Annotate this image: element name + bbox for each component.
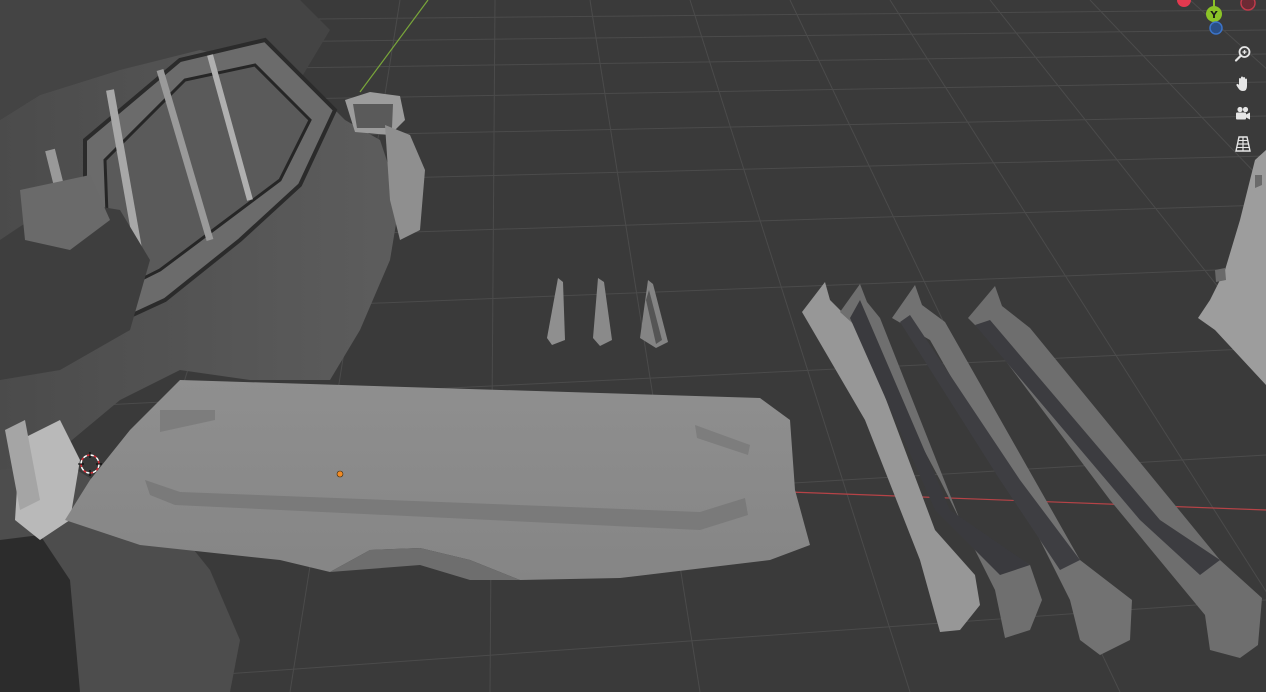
navigation-gizmo[interactable]: Y (1176, 0, 1266, 40)
scene-canvas[interactable] (0, 0, 1266, 692)
grid-icon (1235, 136, 1251, 152)
zoom-icon (1234, 46, 1251, 62)
pan-button[interactable] (1228, 70, 1258, 98)
gizmo-x-handle[interactable] (1177, 0, 1191, 7)
camera-icon (1236, 106, 1250, 120)
gizmo-z-neg-handle[interactable] (1209, 21, 1223, 35)
perspective-toggle-button[interactable] (1228, 130, 1258, 158)
object-origin-dot (336, 470, 344, 478)
camera-view-button[interactable] (1228, 100, 1258, 128)
zoom-button[interactable] (1228, 40, 1258, 68)
hand-icon (1236, 76, 1247, 91)
3d-viewport[interactable]: Y (0, 0, 1266, 692)
gizmo-y-label: Y (1209, 10, 1218, 21)
viewport-navigation-tools (1228, 40, 1260, 160)
